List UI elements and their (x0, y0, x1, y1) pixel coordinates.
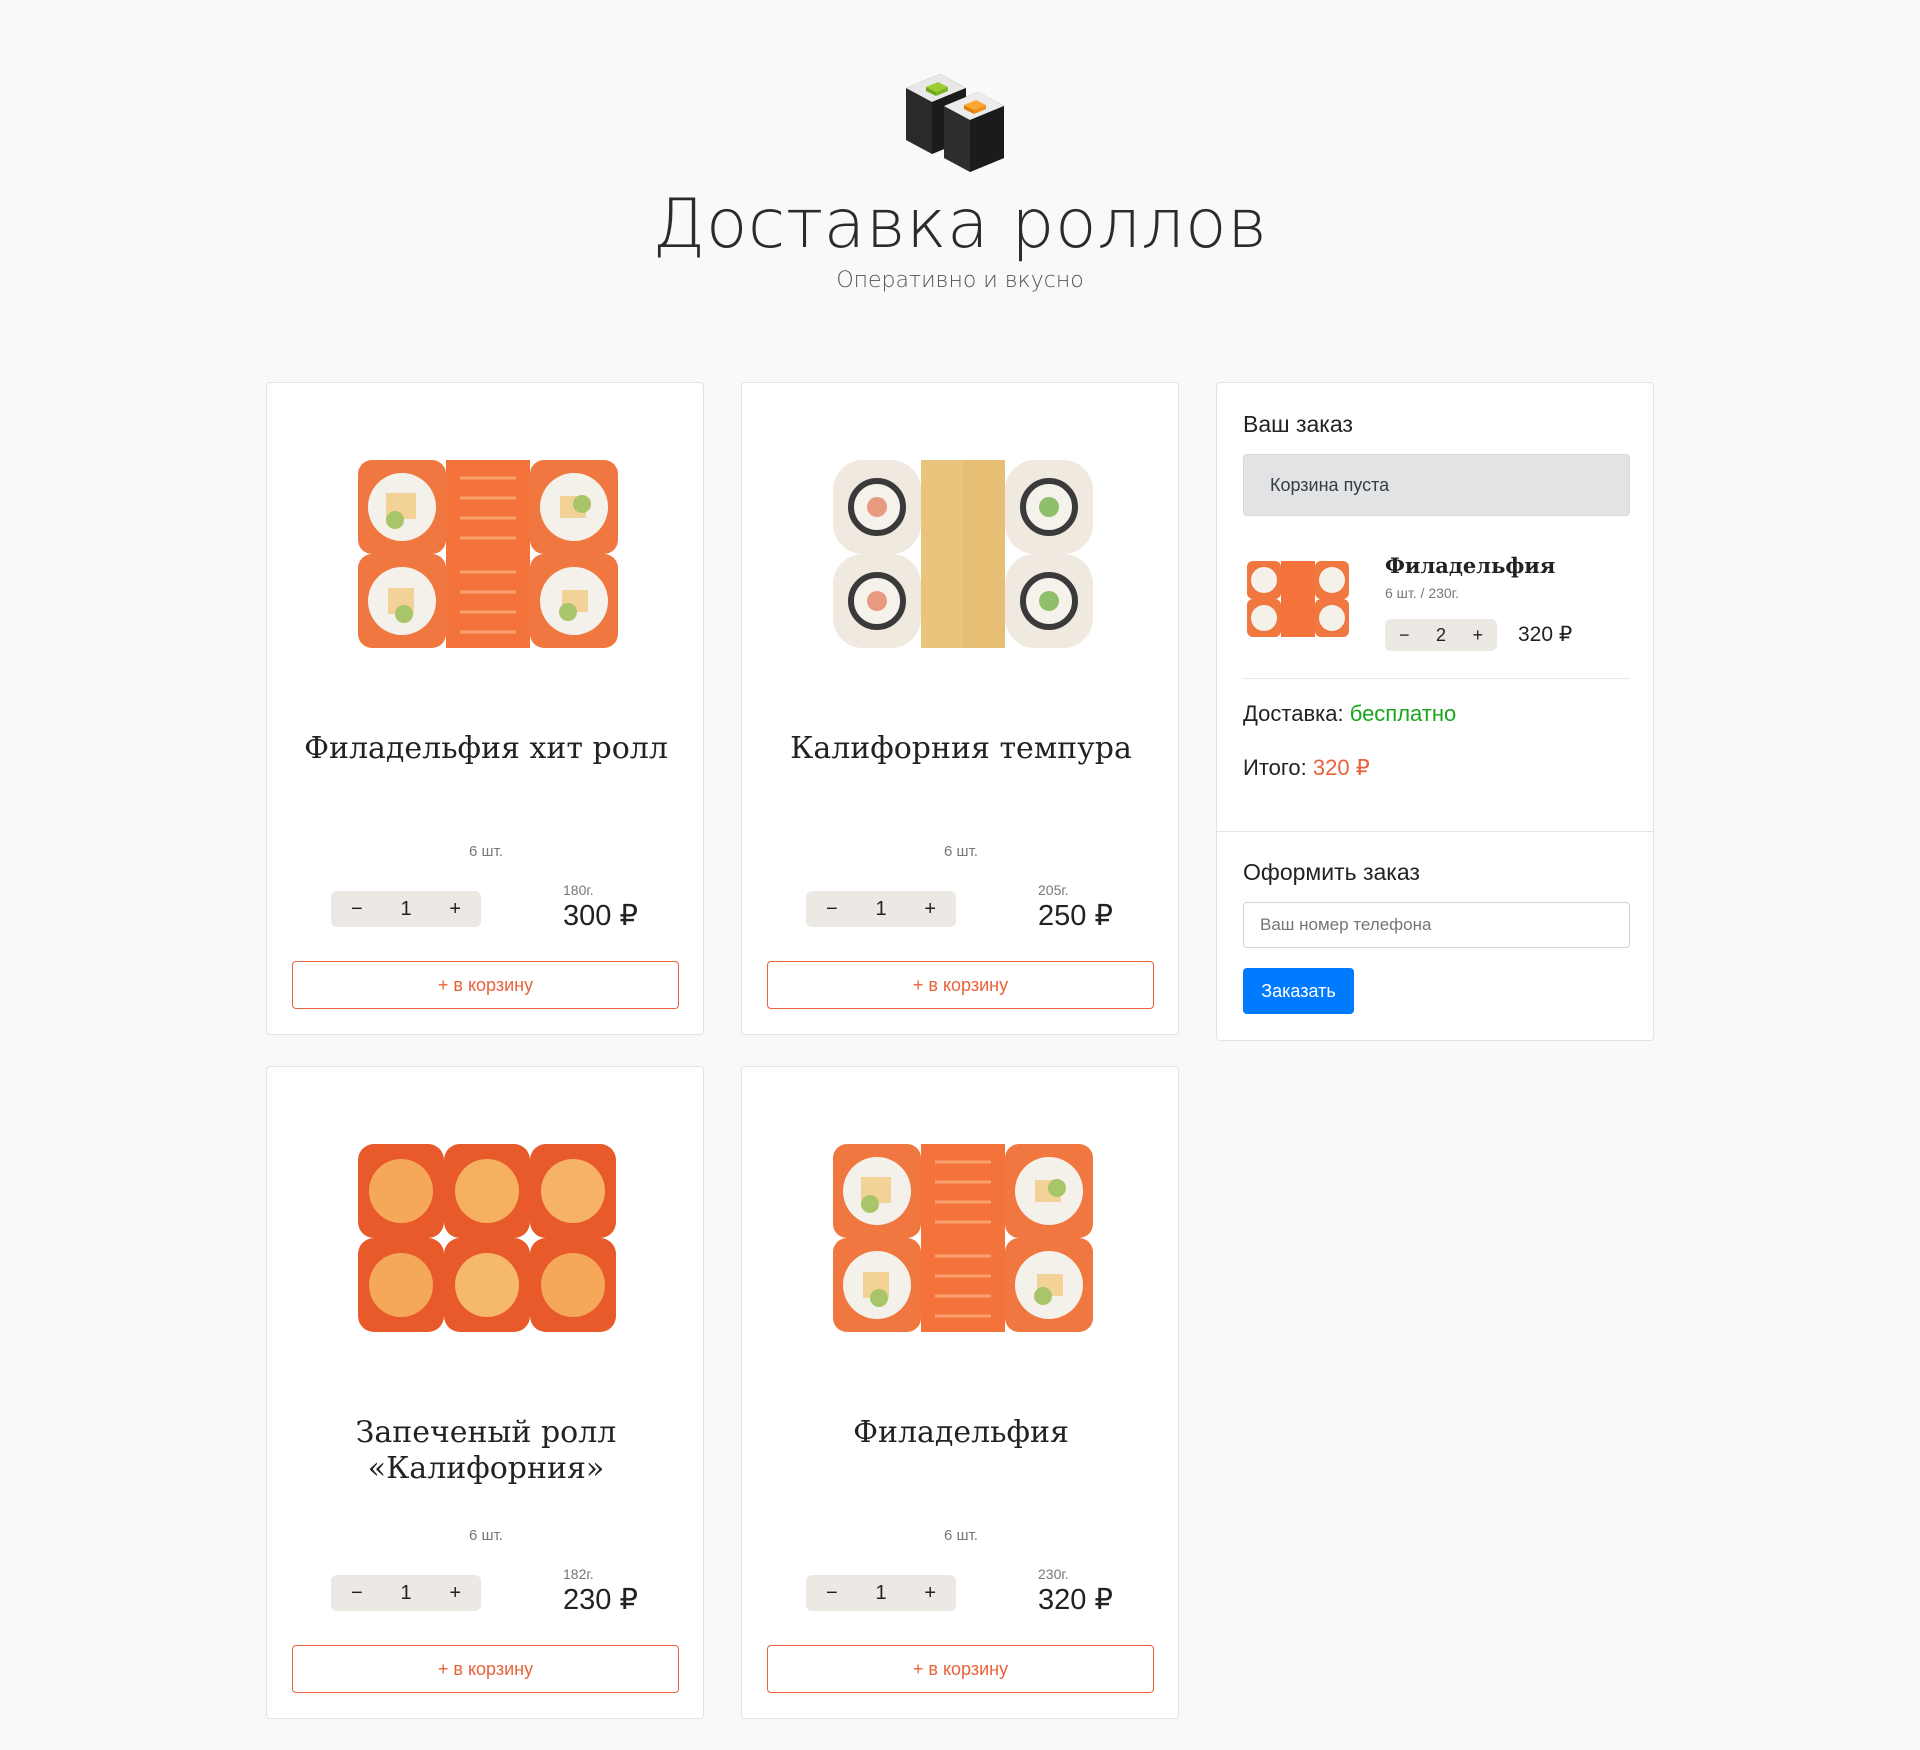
california-tempura-image (833, 460, 1093, 648)
cart-item-price: 320 ₽ (1518, 623, 1573, 646)
delivery-value: бесплатно (1349, 701, 1457, 726)
product-weight: 180г. (563, 882, 594, 898)
product-pieces: 6 шт. (944, 1527, 978, 1544)
sushi-logo-icon (906, 74, 1004, 172)
total-row: Итого: 320 ₽ (1243, 755, 1370, 781)
add-to-cart-button[interactable]: + в корзину (292, 961, 679, 1009)
philadelphia-roll-image (358, 460, 618, 648)
plus-button[interactable]: + (449, 1582, 461, 1605)
product-weight: 205г. (1038, 882, 1069, 898)
add-to-cart-button[interactable]: + в корзину (767, 961, 1154, 1009)
quantity-stepper: − 1 + (331, 891, 481, 927)
cart-item-details: 6 шт. / 230г. (1385, 585, 1459, 601)
total-value: 320 ₽ (1312, 755, 1370, 780)
quantity-value: 1 (400, 897, 412, 920)
product-card: Запеченый ролл «Калифорния» 6 шт. − 1 + … (266, 1066, 704, 1719)
plus-button[interactable]: + (1472, 625, 1483, 646)
product-price: 300 ₽ (563, 900, 638, 932)
product-card: Филадельфия хит ролл 6 шт. − 1 + 180г. 3… (266, 382, 704, 1035)
quantity-stepper: − 1 + (806, 891, 956, 927)
product-weight: 182г. (563, 1566, 594, 1582)
product-price: 230 ₽ (563, 1584, 638, 1616)
submit-order-button[interactable]: Заказать (1243, 968, 1354, 1014)
quantity-value: 1 (400, 1581, 412, 1604)
minus-button[interactable]: − (826, 898, 838, 921)
minus-button[interactable]: − (351, 898, 363, 921)
empty-cart-alert: Корзина пуста (1243, 454, 1630, 516)
page-subtitle: Оперативно и вкусно (836, 268, 1084, 293)
divider (1243, 678, 1630, 679)
total-label: Итого: (1243, 755, 1307, 780)
cart-item-image (1247, 561, 1349, 637)
product-name: Филадельфия хит ролл (304, 731, 668, 766)
product-name: Филадельфия (853, 1415, 1069, 1450)
product-weight: 230г. (1038, 1566, 1069, 1582)
delivery-label: Доставка: (1243, 701, 1344, 726)
delivery-row: Доставка: бесплатно (1243, 701, 1456, 727)
quantity-value: 1 (875, 1581, 887, 1604)
product-price: 250 ₽ (1038, 900, 1113, 932)
product-name: Калифорния темпура (790, 731, 1132, 766)
minus-button[interactable]: − (1399, 625, 1410, 646)
order-panel: Ваш заказ Корзина пуста Филадельфия 6 шт… (1216, 382, 1654, 1041)
quantity-stepper: − 1 + (331, 1575, 481, 1611)
page-title: Доставка роллов (652, 185, 1268, 264)
baked-california-image (358, 1144, 616, 1332)
plus-button[interactable]: + (449, 898, 461, 921)
philadelphia-roll-image (833, 1144, 1093, 1332)
minus-button[interactable]: − (351, 1582, 363, 1605)
phone-input[interactable] (1243, 902, 1630, 948)
divider (1217, 831, 1653, 832)
order-title: Ваш заказ (1243, 411, 1353, 437)
product-name: Запеченый ролл «Калифорния» (355, 1415, 617, 1486)
quantity-value: 2 (1435, 624, 1446, 645)
product-card: Калифорния темпура 6 шт. − 1 + 205г. 250… (741, 382, 1179, 1035)
cart-item-name: Филадельфия (1385, 553, 1556, 578)
quantity-stepper: − 1 + (806, 1575, 956, 1611)
product-pieces: 6 шт. (469, 1527, 503, 1544)
product-card: Филадельфия 6 шт. − 1 + 230г. 320 ₽ + в … (741, 1066, 1179, 1719)
product-price: 320 ₽ (1038, 1584, 1113, 1616)
add-to-cart-button[interactable]: + в корзину (767, 1645, 1154, 1693)
quantity-value: 1 (875, 897, 887, 920)
product-pieces: 6 шт. (469, 843, 503, 860)
plus-button[interactable]: + (924, 898, 936, 921)
cart-quantity-stepper: − 2 + (1385, 619, 1497, 651)
add-to-cart-button[interactable]: + в корзину (292, 1645, 679, 1693)
minus-button[interactable]: − (826, 1582, 838, 1605)
plus-button[interactable]: + (924, 1582, 936, 1605)
product-pieces: 6 шт. (944, 843, 978, 860)
checkout-title: Оформить заказ (1243, 859, 1420, 885)
